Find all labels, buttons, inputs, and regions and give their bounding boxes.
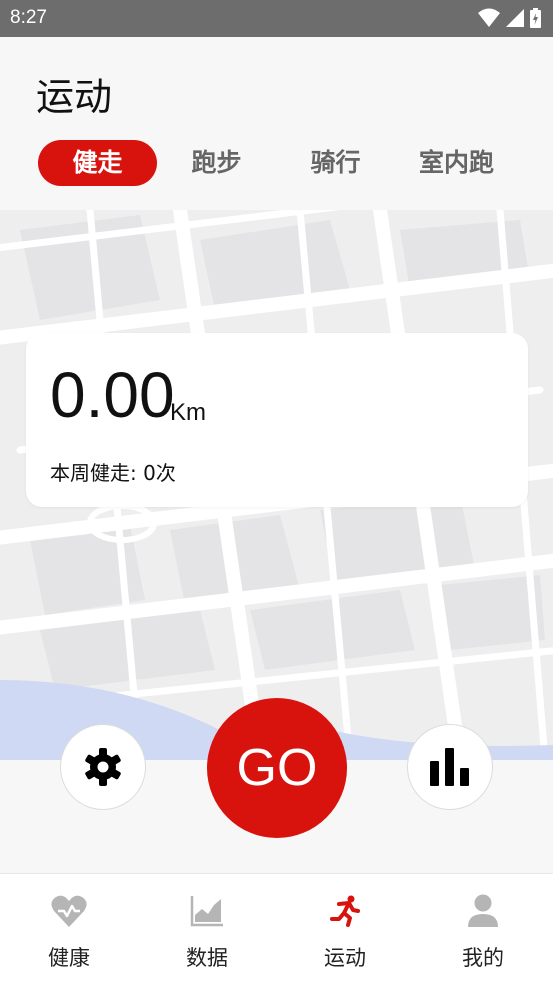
distance-unit: Km — [170, 399, 206, 426]
sport-type-tabs: 健走 跑步 骑行 室内跑 — [38, 140, 518, 186]
battery-icon — [530, 8, 541, 28]
nav-item-data[interactable]: 数据 — [138, 874, 276, 984]
settings-button[interactable] — [60, 724, 146, 810]
wifi-icon — [478, 8, 500, 27]
nav-item-me[interactable]: 我的 — [414, 874, 552, 984]
stats-card: 0.00 Km 本周健走: 0次 — [26, 333, 528, 507]
area-chart-icon — [188, 892, 226, 930]
tab-walking[interactable]: 健走 — [38, 140, 157, 186]
signal-icon — [506, 9, 524, 27]
person-icon — [464, 892, 502, 930]
tab-running[interactable]: 跑步 — [157, 140, 276, 186]
status-time: 8:27 — [10, 7, 47, 28]
statistics-button[interactable] — [407, 724, 493, 810]
tab-cycling[interactable]: 骑行 — [276, 140, 395, 186]
distance-value: 0.00 — [50, 359, 175, 431]
nav-item-health[interactable]: 健康 — [0, 874, 138, 984]
nav-label-data: 数据 — [186, 946, 228, 970]
gear-icon — [85, 748, 121, 786]
nav-label-health: 健康 — [48, 946, 90, 970]
status-icons — [478, 8, 541, 28]
nav-item-sports[interactable]: 运动 — [276, 874, 414, 984]
page-title: 运动 — [36, 75, 113, 119]
nav-label-sports: 运动 — [324, 946, 366, 970]
bar-chart-icon — [430, 748, 469, 786]
bottom-navigation: 健康 数据 运动 我的 — [0, 873, 553, 984]
runner-icon — [326, 892, 364, 930]
heart-icon — [50, 892, 88, 930]
status-bar: 8:27 — [0, 0, 553, 37]
weekly-summary: 本周健走: 0次 — [50, 461, 176, 485]
go-button[interactable]: GO — [207, 698, 347, 838]
tab-indoor-run[interactable]: 室内跑 — [395, 140, 518, 186]
nav-label-me: 我的 — [462, 946, 504, 970]
